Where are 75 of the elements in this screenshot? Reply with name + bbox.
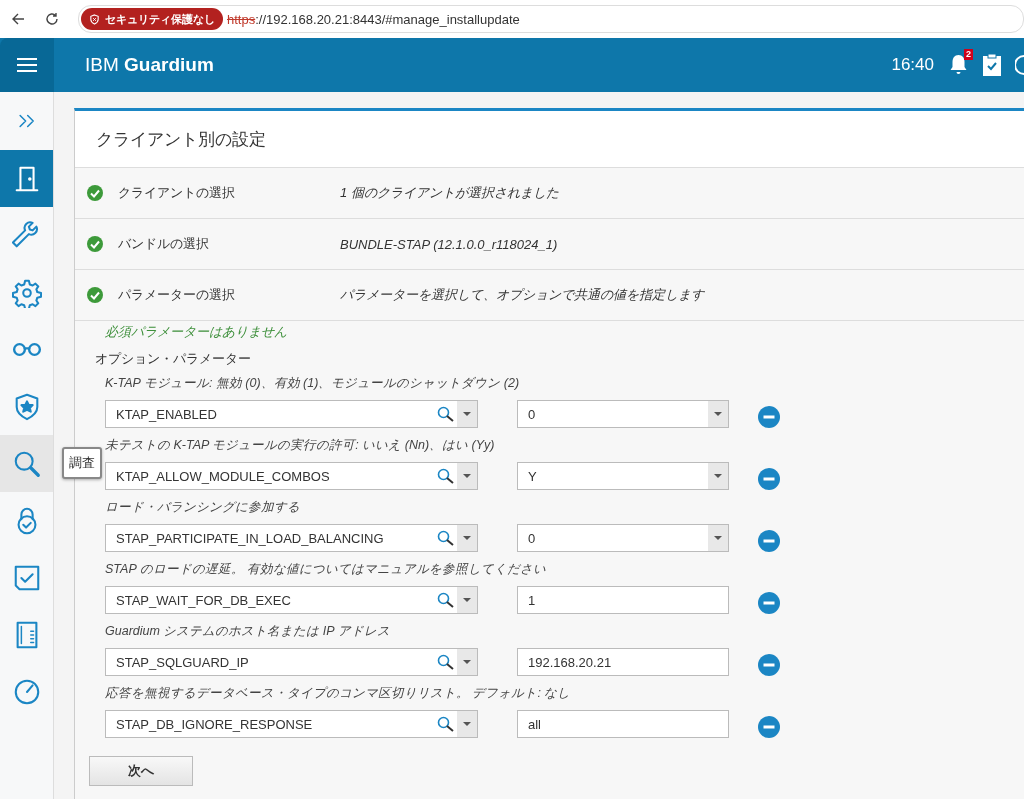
security-badge[interactable]: セキュリティ保護なし bbox=[81, 8, 223, 30]
remove-icon[interactable] bbox=[758, 592, 780, 614]
menu-button[interactable] bbox=[0, 38, 54, 92]
menu-icon bbox=[17, 57, 37, 73]
step-label: パラメーターの選択 bbox=[118, 286, 236, 304]
gear-icon bbox=[11, 277, 42, 308]
parameter-combobox[interactable]: STAP_PARTICIPATE_IN_LOAD_BALANCING bbox=[105, 524, 478, 552]
clock-time: 16:40 bbox=[891, 55, 934, 75]
parameter-description: 応答を無視するデータベース・タイプのコンマ区切りリスト。 デフォルト: なし bbox=[105, 684, 572, 702]
notification-badge: 2 bbox=[964, 49, 973, 60]
caret-icon bbox=[714, 412, 722, 416]
search-icon[interactable] bbox=[437, 654, 455, 670]
caret-icon bbox=[714, 474, 722, 478]
search-icon[interactable] bbox=[437, 592, 455, 608]
dropdown-button[interactable] bbox=[457, 463, 477, 489]
step-value: 1 個のクライアントが選択されました bbox=[340, 184, 559, 202]
remove-icon[interactable] bbox=[758, 654, 780, 676]
back-icon[interactable] bbox=[10, 11, 26, 27]
dropdown-button[interactable] bbox=[457, 401, 477, 427]
sidebar-item[interactable] bbox=[0, 435, 53, 492]
caret-icon bbox=[463, 536, 471, 540]
glasses-icon bbox=[11, 342, 42, 357]
dropdown-button[interactable] bbox=[457, 525, 477, 551]
parameter-description: 未テストの K-TAP モジュールの実行の許可: いいえ (Nn)、はい (Yy) bbox=[105, 436, 496, 454]
caret-icon bbox=[463, 474, 471, 478]
value-select[interactable]: Y bbox=[517, 462, 729, 490]
search-icon[interactable] bbox=[437, 716, 455, 732]
step-label: バンドルの選択 bbox=[118, 235, 210, 253]
value-field[interactable]: 1 bbox=[517, 586, 729, 614]
value-select[interactable]: 0 bbox=[517, 524, 729, 552]
dropdown-button[interactable] bbox=[457, 587, 477, 613]
dropdown-button[interactable] bbox=[708, 463, 728, 489]
url-text: https://192.168.20.21:8443/#manage_installupdate bbox=[227, 11, 520, 27]
parameter-description: Guardium システムのホスト名または IP アドレス bbox=[105, 622, 391, 640]
step-label: クライアントの選択 bbox=[118, 184, 236, 202]
parameter-description: K-TAP モジュール: 無効 (0)、有効 (1)、モジュールのシャットダウン (2) bbox=[105, 374, 521, 392]
parameter-combobox[interactable]: STAP_WAIT_FOR_DB_EXEC bbox=[105, 586, 478, 614]
next-button[interactable]: 次へ bbox=[89, 756, 193, 786]
caret-icon bbox=[714, 536, 722, 540]
tooltip: 調査 bbox=[62, 447, 102, 479]
parameter-description: ロード・バランシングに参加する bbox=[105, 498, 301, 516]
brand-title: IBM Guardium bbox=[85, 54, 214, 76]
clipboard-check-icon[interactable] bbox=[983, 54, 1001, 76]
remove-icon[interactable] bbox=[758, 716, 780, 738]
address-bar[interactable]: セキュリティ保護なし https://192.168.20.21:8443/#manage_installupdate bbox=[78, 5, 1024, 33]
dropdown-button[interactable] bbox=[457, 711, 477, 737]
required-note: 必須パラメーターはありません bbox=[105, 323, 288, 341]
parameter-combobox[interactable]: STAP_DB_IGNORE_RESPONSE bbox=[105, 710, 478, 738]
parameter-combobox[interactable]: STAP_SQLGUARD_IP bbox=[105, 648, 478, 676]
panel-title: クライアント別の設定 bbox=[75, 111, 1024, 168]
caret-icon bbox=[463, 722, 471, 726]
search-icon[interactable] bbox=[437, 468, 455, 484]
step-value: BUNDLE-STAP (12.1.0.0_r118024_1) bbox=[340, 236, 558, 252]
step-value: パラメーターを選択して、オプションで共通の値を指定します bbox=[340, 286, 704, 304]
remove-icon[interactable] bbox=[758, 406, 780, 428]
remove-icon[interactable] bbox=[758, 530, 780, 552]
value-field[interactable]: 192.168.20.21 bbox=[517, 648, 729, 676]
reload-icon[interactable] bbox=[44, 11, 60, 27]
caret-icon bbox=[463, 660, 471, 664]
value-field[interactable]: all bbox=[517, 710, 729, 738]
dropdown-button[interactable] bbox=[457, 649, 477, 675]
shield-icon bbox=[89, 13, 100, 25]
value-select[interactable]: 0 bbox=[517, 400, 729, 428]
search-icon[interactable] bbox=[437, 530, 455, 546]
dropdown-button[interactable] bbox=[708, 525, 728, 551]
remove-icon[interactable] bbox=[758, 468, 780, 490]
caret-icon bbox=[463, 598, 471, 602]
parameter-combobox[interactable]: KTAP_ENABLED bbox=[105, 400, 478, 428]
parameter-combobox[interactable]: KTAP_ALLOW_MODULE_COMBOS bbox=[105, 462, 478, 490]
dropdown-button[interactable] bbox=[708, 401, 728, 427]
parameter-description: STAP のロードの遅延。 有効な値についてはマニュアルを参照してください bbox=[105, 560, 548, 578]
caret-icon bbox=[463, 412, 471, 416]
search-icon[interactable] bbox=[437, 406, 455, 422]
sidebar-item[interactable] bbox=[0, 150, 53, 207]
section-heading: オプション・パラメーター bbox=[95, 350, 252, 368]
